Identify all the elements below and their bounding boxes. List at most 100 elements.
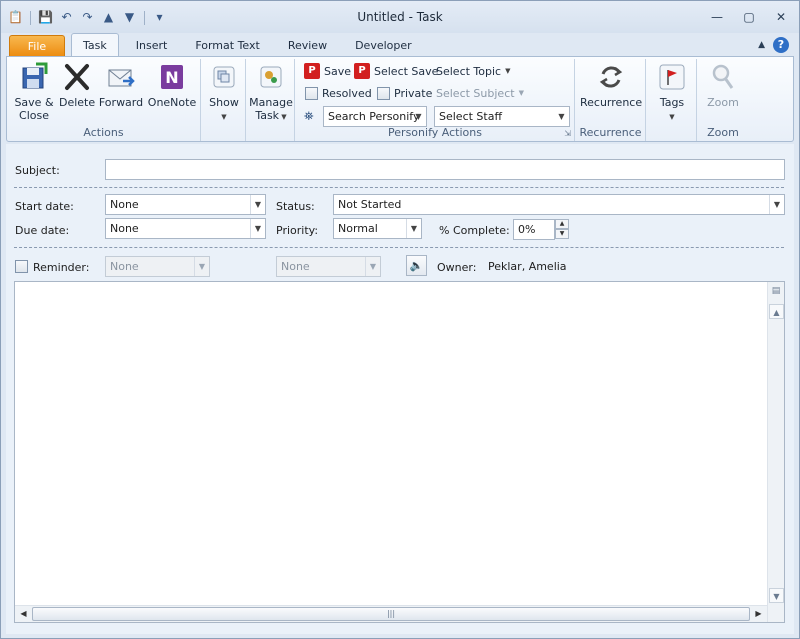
recurrence-button[interactable]: Recurrence bbox=[580, 61, 642, 109]
delete-button[interactable]: Delete bbox=[59, 61, 95, 109]
vertical-scrollbar[interactable]: ▤ ▲ ▼ bbox=[767, 282, 784, 622]
recurrence-group: Recurrence Recurrence bbox=[576, 59, 646, 141]
start-date-field[interactable]: None ▼ bbox=[105, 194, 266, 215]
scroll-right-icon[interactable]: ▶ bbox=[751, 607, 766, 621]
chevron-down-icon: ▼ bbox=[365, 257, 380, 276]
select-topic-dropdown[interactable]: Select Topic ▼ bbox=[436, 62, 511, 80]
subject-label: Subject: bbox=[15, 164, 60, 177]
show-icon bbox=[213, 66, 235, 88]
chevron-down-icon: ▼ bbox=[505, 67, 511, 75]
maximize-button[interactable]: ▢ bbox=[735, 7, 763, 27]
personify-logo-icon: P bbox=[304, 63, 320, 79]
minimize-button[interactable]: — bbox=[703, 7, 731, 27]
zoom-group-label: Zoom bbox=[707, 126, 739, 139]
task-window: 📋 💾 ↶ ↷ ▲ ▼ ▾ Untitled - Task — ▢ ✕ File… bbox=[0, 0, 800, 639]
select-subject-dropdown: Select Subject ▼ bbox=[436, 86, 524, 100]
zoom-group: Zoom Zoom bbox=[698, 59, 748, 141]
status-label: Status: bbox=[276, 200, 315, 213]
task-form: Subject: Start date: None ▼ Status: Not … bbox=[6, 144, 794, 634]
minimize-ribbon-icon[interactable]: ▲ bbox=[758, 40, 765, 50]
actions-group-label: Actions bbox=[83, 126, 124, 139]
manage-task-button[interactable]: Manage Task ▼ bbox=[249, 61, 293, 124]
chevron-down-icon[interactable]: ▼ bbox=[554, 107, 569, 126]
delete-icon bbox=[65, 64, 89, 90]
save-close-icon bbox=[22, 62, 48, 89]
horizontal-scrollbar[interactable]: ◀ ||| ▶ bbox=[15, 605, 767, 622]
percent-complete-spinner[interactable]: ▲ ▼ bbox=[555, 219, 569, 240]
forward-icon bbox=[108, 69, 135, 87]
tab-file[interactable]: File bbox=[9, 35, 65, 57]
divider bbox=[14, 187, 784, 188]
checkbox-icon bbox=[305, 86, 318, 100]
onenote-button[interactable]: N OneNote bbox=[147, 61, 197, 109]
show-dropdown-icon: ▼ bbox=[221, 113, 227, 121]
scroll-down-icon[interactable]: ▼ bbox=[769, 588, 784, 603]
manage-task-icon bbox=[260, 66, 282, 88]
reminder-time-field: None ▼ bbox=[276, 256, 381, 277]
spin-up-icon[interactable]: ▲ bbox=[555, 219, 569, 229]
search-personify-button[interactable]: ⛯ bbox=[304, 107, 314, 125]
priority-field[interactable]: Normal ▼ bbox=[333, 218, 422, 239]
chevron-down-icon[interactable]: ▼ bbox=[250, 195, 265, 214]
personify-save-button[interactable]: P Save bbox=[304, 62, 351, 80]
chevron-down-icon[interactable]: ▼ bbox=[411, 107, 426, 126]
zoom-button: Zoom bbox=[703, 61, 743, 109]
notes-body[interactable]: ▤ ▲ ▼ ◀ ||| ▶ bbox=[14, 281, 785, 623]
svg-text:N: N bbox=[165, 68, 178, 87]
binoculars-icon: ⛯ bbox=[304, 108, 314, 123]
tab-review[interactable]: Review bbox=[277, 35, 338, 57]
priority-label: Priority: bbox=[276, 224, 319, 237]
status-field[interactable]: Not Started ▼ bbox=[333, 194, 785, 215]
tab-format-text[interactable]: Format Text bbox=[184, 35, 271, 57]
select-staff-combo[interactable]: Select Staff ▼ bbox=[434, 106, 570, 127]
owner-label: Owner: bbox=[437, 261, 477, 274]
tab-insert[interactable]: Insert bbox=[125, 35, 179, 57]
ribbon: Save & Close Delete Forward N OneNote Ac… bbox=[6, 56, 794, 142]
chevron-down-icon[interactable]: ▼ bbox=[406, 219, 421, 238]
search-personify-combo[interactable]: Search Personify ▼ bbox=[323, 106, 427, 127]
title-bar: 📋 💾 ↶ ↷ ▲ ▼ ▾ Untitled - Task — ▢ ✕ bbox=[1, 1, 799, 33]
personify-actions-group: P Save P Select Save Select Topic ▼ Reso… bbox=[296, 59, 575, 141]
owner-value: Peklar, Amelia bbox=[488, 260, 567, 273]
speaker-icon: 🔈 bbox=[409, 259, 424, 272]
resolved-checkbox[interactable]: Resolved bbox=[305, 84, 372, 102]
due-date-field[interactable]: None ▼ bbox=[105, 218, 266, 239]
chevron-down-icon[interactable]: ▼ bbox=[250, 219, 265, 238]
chevron-down-icon[interactable]: ▼ bbox=[769, 195, 784, 214]
scroll-up-icon[interactable]: ▲ bbox=[769, 304, 784, 319]
tab-developer[interactable]: Developer bbox=[344, 35, 423, 57]
ribbon-tabs: File Task Insert Format Text Review Deve… bbox=[9, 33, 429, 57]
private-checkbox[interactable]: Private bbox=[377, 84, 432, 102]
page-icon[interactable]: ▤ bbox=[770, 286, 782, 298]
magnifier-icon bbox=[712, 64, 734, 89]
reminder-checkbox[interactable] bbox=[15, 260, 28, 273]
dialog-launcher-icon[interactable]: ⇲ bbox=[564, 129, 571, 138]
percent-complete-field[interactable]: 0% bbox=[513, 219, 555, 240]
tags-dropdown-icon: ▼ bbox=[669, 113, 675, 121]
onenote-icon: N bbox=[161, 65, 183, 89]
tab-task[interactable]: Task bbox=[71, 33, 119, 57]
scroll-thumb[interactable]: ||| bbox=[32, 607, 750, 621]
show-button[interactable]: Show ▼ bbox=[206, 61, 242, 124]
chevron-down-icon: ▼ bbox=[518, 89, 524, 97]
percent-complete-label: % Complete: bbox=[439, 224, 510, 237]
spin-down-icon[interactable]: ▼ bbox=[555, 229, 569, 239]
personify-select-save-button[interactable]: P Select Save bbox=[354, 62, 438, 80]
tags-button[interactable]: Tags ▼ bbox=[652, 61, 692, 124]
personify-logo-icon: P bbox=[354, 63, 370, 79]
close-button[interactable]: ✕ bbox=[767, 7, 795, 27]
start-date-label: Start date: bbox=[15, 200, 74, 213]
save-close-button[interactable]: Save & Close bbox=[11, 61, 57, 122]
scroll-left-icon[interactable]: ◀ bbox=[16, 607, 31, 621]
window-title: Untitled - Task bbox=[357, 10, 443, 24]
recurrence-icon bbox=[599, 66, 623, 88]
help-icon[interactable]: ? bbox=[773, 37, 789, 53]
forward-button[interactable]: Forward bbox=[97, 61, 145, 109]
chevron-down-icon: ▼ bbox=[194, 257, 209, 276]
reminder-sound-button[interactable]: 🔈 bbox=[406, 255, 427, 276]
subject-field[interactable] bbox=[105, 159, 785, 180]
due-date-label: Due date: bbox=[15, 224, 70, 237]
divider bbox=[14, 247, 784, 248]
window-controls: — ▢ ✕ bbox=[703, 7, 795, 27]
reminder-date-field: None ▼ bbox=[105, 256, 210, 277]
